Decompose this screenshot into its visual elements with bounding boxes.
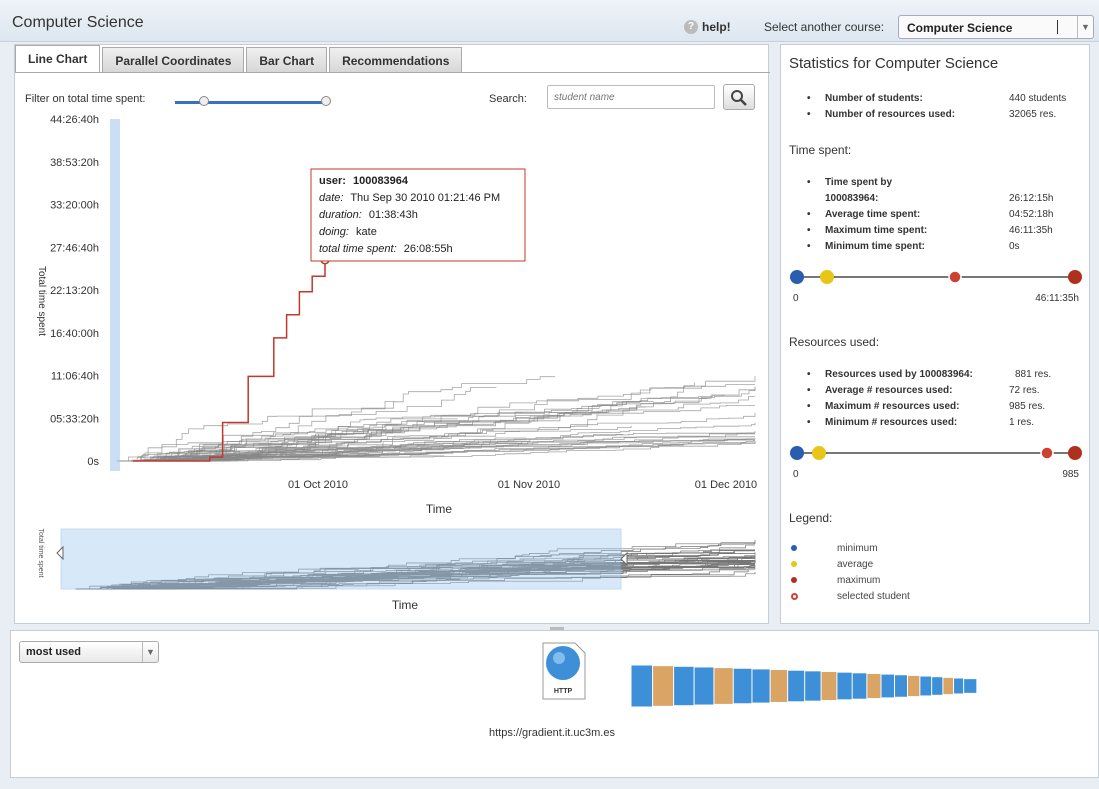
tooltip-user-label: user: (319, 175, 346, 187)
max-marker (1068, 270, 1082, 284)
help-label: help! (702, 20, 731, 34)
res-scale-max: 985 (1062, 469, 1079, 480)
hover-tooltip: user: 100083964 date: Thu Sep 30 2010 01… (310, 168, 526, 262)
average-marker (812, 446, 826, 460)
tabs-divider (15, 72, 770, 73)
time-scale-min: 0 (793, 293, 799, 304)
help-icon: ? (684, 20, 698, 34)
y-tick-label: 33:20:00h (50, 200, 99, 212)
tooltip-duration-label: duration: (319, 209, 362, 221)
resource-url: https://gradient.it.uc3m.es (489, 727, 615, 739)
y-tick-label: 11:06:40h (51, 371, 99, 383)
y-axis-title: Total time spent (36, 266, 47, 336)
app-title: Computer Science (12, 14, 144, 31)
help-link[interactable]: ? help! (684, 20, 731, 34)
y-tick-label: 0s (87, 456, 99, 468)
chart-panel: Line Chart Parallel Coordinates Bar Char… (14, 44, 770, 624)
x-axis-title: Time (426, 502, 453, 516)
tooltip-user-value: 100083964 (353, 175, 409, 187)
y-range-brush[interactable] (110, 119, 120, 471)
tab-recommendations[interactable]: Recommendations (329, 47, 463, 73)
resources-panel: most used ▼ HTTP https://gradient.it.uc3… (10, 630, 1099, 778)
time-spent-heading: Time spent: (789, 143, 852, 157)
y-tick-label: 05:33:20h (50, 413, 99, 425)
min-marker (790, 270, 804, 284)
text-cursor (1057, 20, 1058, 34)
course-select-label: Select another course: (764, 20, 885, 34)
x-tick-label: 01 Oct 2010 (288, 479, 348, 491)
x-tick-label: 01 Nov 2010 (498, 479, 560, 491)
time-scale-max: 46:11:35h (1035, 293, 1079, 304)
time-scale: 0 46:11:35h (790, 270, 1082, 304)
time-filter-label: Filter on total time spent: (25, 93, 146, 105)
resource-thumbnail[interactable] (963, 678, 978, 694)
tab-line-chart[interactable]: Line Chart (15, 45, 101, 73)
course-select-value: Computer Science (907, 21, 1013, 35)
y-tick-label: 38:53:20h (50, 157, 99, 169)
x-axis: 01 Oct 2010 01 Nov 2010 01 Dec 2010 (288, 479, 757, 491)
http-resource-icon[interactable]: HTTP (539, 641, 587, 701)
chevron-down-icon: ▼ (142, 642, 158, 662)
line-chart[interactable]: 0s 05:33:20h 11:06:40h 16:40:00h 22:13:20h 27… (15, 105, 770, 525)
max-marker (1068, 446, 1082, 460)
overview-chart[interactable]: Total time spent Time (15, 523, 770, 623)
x-tick-label: 01 Dec 2010 (695, 479, 757, 491)
legend-heading: Legend: (789, 511, 833, 525)
tooltip-doing-value: kate (356, 226, 377, 238)
view-tabs: Line Chart Parallel Coordinates Bar Char… (15, 45, 464, 73)
tooltip-date-label: date: (319, 192, 343, 204)
y-axis: 0s 05:33:20h 11:06:40h 16:40:00h 22:13:20h 27… (50, 114, 99, 468)
tooltip-total-label: total time spent: (319, 243, 397, 255)
y-tick-label: 27:46:40h (50, 242, 99, 254)
overview-brush[interactable] (60, 528, 622, 590)
resources-scale: 0 985 (790, 446, 1082, 480)
y-tick-label: 22:13:20h (50, 285, 99, 297)
statistics-panel: Statistics for Computer Science • Number … (780, 44, 1090, 624)
chevron-down-icon: ▼ (1077, 16, 1093, 38)
search-label: Search: (489, 93, 527, 105)
selected-student-line[interactable] (133, 259, 326, 462)
resource-thumbnail-strip[interactable] (631, 661, 1091, 711)
sort-select-value: most used (26, 646, 82, 658)
top-bar: Computer Science ? help! Select another … (0, 0, 1099, 42)
overview-y-title: Total time spent (37, 528, 44, 577)
statistics-title: Statistics for Computer Science (789, 55, 999, 72)
tooltip-total-value: 26:08:55h (404, 243, 453, 255)
selected-marker (1040, 446, 1054, 460)
tab-parallel-coordinates[interactable]: Parallel Coordinates (102, 47, 245, 73)
min-marker (790, 446, 804, 460)
brush-left-handle[interactable] (56, 545, 64, 561)
tooltip-date-value: Thu Sep 30 2010 01:21:46 PM (350, 192, 500, 204)
y-tick-label: 44:26:40h (50, 114, 99, 126)
http-badge: HTTP (554, 688, 573, 695)
y-tick-label: 16:40:00h (50, 328, 99, 340)
average-marker (820, 270, 834, 284)
res-scale-min: 0 (793, 469, 799, 480)
tooltip-duration-value: 01:38:43h (369, 209, 418, 221)
tab-bar-chart[interactable]: Bar Chart (246, 47, 328, 73)
overview-x-title: Time (392, 598, 419, 612)
resource-sort-select[interactable]: most used ▼ (19, 641, 159, 663)
course-select[interactable]: Computer Science ▼ (898, 15, 1094, 39)
time-filter-slider[interactable] (175, 101, 325, 104)
tooltip-doing-label: doing: (319, 226, 349, 238)
student-lines (116, 376, 756, 462)
selected-marker (948, 270, 962, 284)
resources-heading: Resources used: (789, 335, 880, 349)
